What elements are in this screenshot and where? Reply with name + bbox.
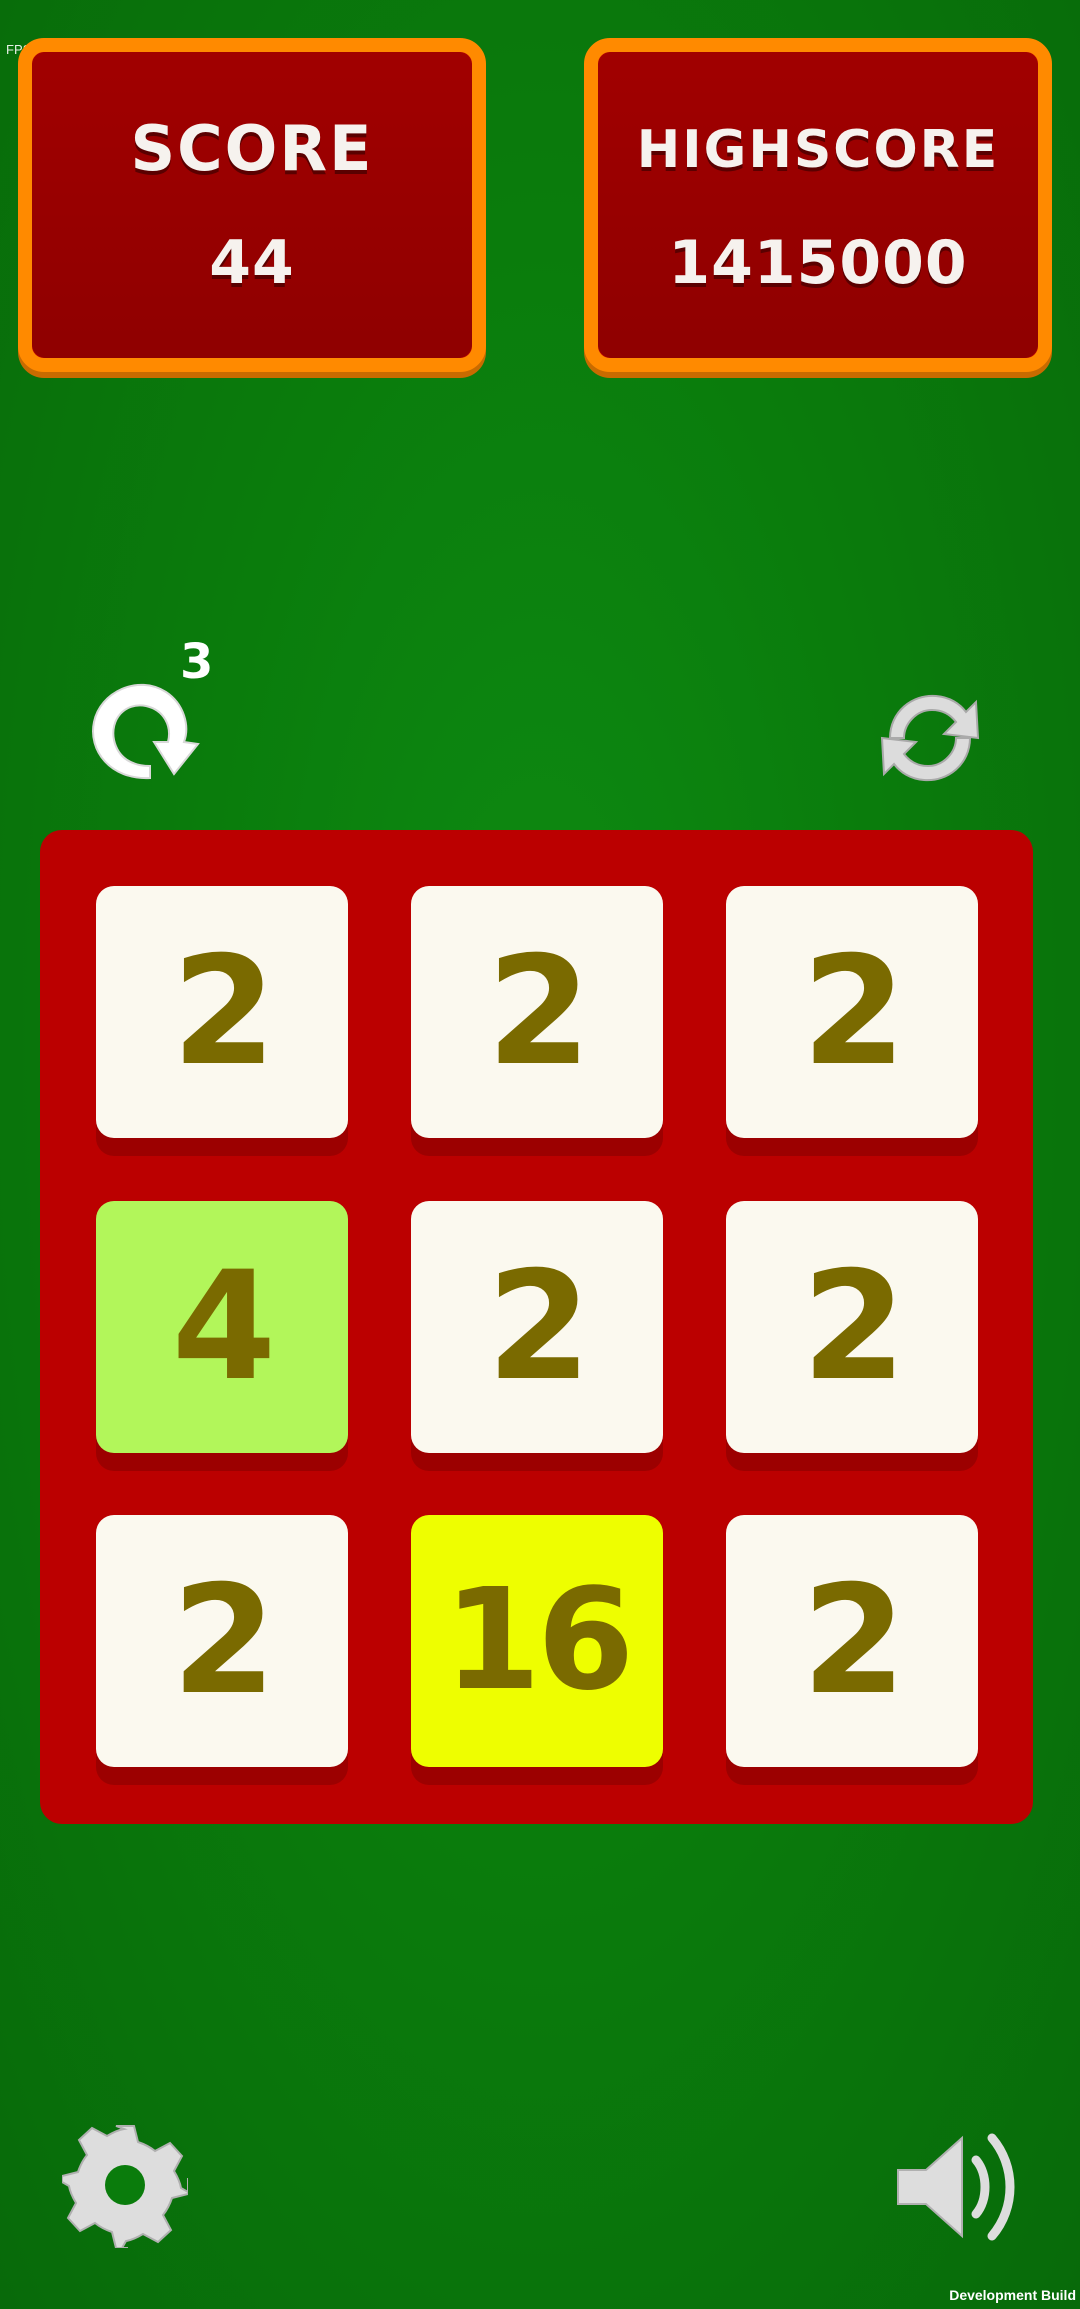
tile-value: 2 [171, 925, 276, 1099]
tile-r3-c1: 2 [96, 1515, 348, 1767]
restart-button[interactable] [872, 680, 988, 796]
tile-r1-c1: 2 [96, 886, 348, 1138]
tile-value: 2 [486, 925, 591, 1099]
score-value: 44 [209, 228, 295, 298]
tile-value: 2 [801, 1240, 906, 1414]
build-label: Development Build [949, 2287, 1076, 2303]
score-panel-inner [32, 52, 472, 358]
tile-value: 16 [443, 1559, 635, 1722]
sound-button[interactable] [892, 2124, 1018, 2250]
tile-r2-c1: 4 [96, 1201, 348, 1453]
undo-count: 3 [180, 634, 214, 690]
tile-r2-c3: 2 [726, 1201, 978, 1453]
settings-button[interactable] [61, 2122, 189, 2249]
tile-r1-c3: 2 [726, 886, 978, 1138]
highscore-value: 1415000 [668, 228, 968, 298]
tile-r2-c2: 2 [411, 1201, 663, 1453]
tile-r1-c2: 2 [411, 886, 663, 1138]
speaker-icon [897, 2133, 1015, 2241]
tile-value: 4 [171, 1240, 276, 1414]
gear-icon [61, 2125, 189, 2249]
score-panel: SCORE 44 [18, 38, 486, 372]
tile-value: 2 [171, 1554, 276, 1728]
tile-value: 2 [801, 1554, 906, 1728]
restart-icon [880, 694, 980, 782]
tile-r3-c3: 2 [726, 1515, 978, 1767]
tile-value: 2 [486, 1240, 591, 1414]
highscore-panel-inner [598, 52, 1038, 358]
tile-r3-c2: 16 [411, 1515, 663, 1767]
score-label: SCORE [130, 112, 374, 185]
highscore-panel: HIGHSCORE 1415000 [584, 38, 1052, 372]
highscore-label: HIGHSCORE [636, 120, 1000, 180]
tile-value: 2 [801, 925, 906, 1099]
game-board[interactable]: 2 2 2 4 2 2 2 16 2 [40, 830, 1033, 1824]
